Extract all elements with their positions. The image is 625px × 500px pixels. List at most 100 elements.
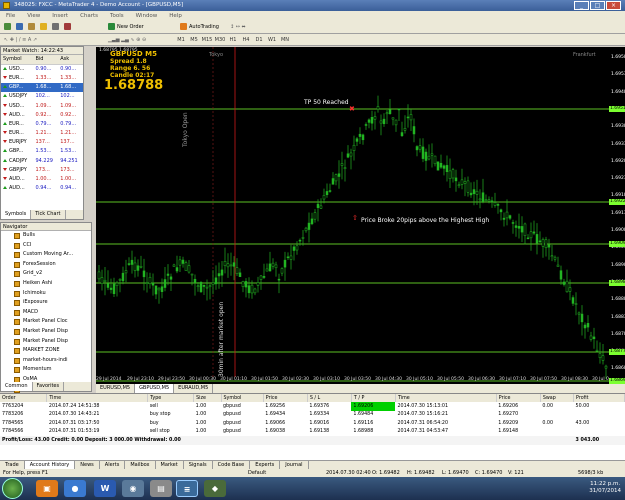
tab-favorites[interactable]: Favorites — [33, 382, 65, 391]
menu-charts[interactable]: Charts — [74, 11, 104, 21]
terminal-col-header[interactable]: S / L — [307, 394, 352, 402]
navigator-item[interactable]: CCI — [1, 241, 91, 251]
navigator-item[interactable]: Ichimoku — [1, 289, 91, 299]
navigator-item[interactable]: Market Panel Cloc — [1, 317, 91, 327]
market-watch-row[interactable]: CADJPY 94.229 94.251 — [1, 156, 83, 165]
menu-file[interactable]: File — [0, 11, 21, 21]
market-watch-row[interactable]: GBP... 1.53... 1.53... — [1, 147, 83, 156]
navigator-item[interactable]: MACD — [1, 308, 91, 318]
chrome-icon[interactable]: ● — [64, 480, 86, 497]
navigator-item[interactable]: Market Panel Disp — [1, 337, 91, 347]
new-chart-button[interactable] — [4, 23, 13, 32]
tf-d1[interactable]: D1 — [253, 36, 265, 45]
tester-button[interactable] — [64, 23, 73, 32]
chart-type-tools[interactable]: ▁▃▅ ▂▄ ∿ ⊕ ⊖ — [108, 36, 146, 45]
chart-tab-eurusd[interactable]: EURUSD,M5 — [96, 384, 136, 393]
menu-view[interactable]: View — [21, 11, 46, 21]
navigator-item[interactable]: Grid_v2 — [1, 269, 91, 279]
market-watch-row[interactable]: EUR... 1.33... 1.33... — [1, 73, 83, 82]
explorer-icon[interactable]: ▣ — [36, 480, 58, 497]
minimize-button[interactable]: _ — [574, 1, 589, 10]
app-icon-7[interactable]: ◆ — [204, 480, 226, 497]
indicator-icon — [14, 252, 20, 259]
navigator-item[interactable]: Market Panel Disp — [1, 327, 91, 337]
market-watch-row[interactable]: AUD... 0.92... 0.92... — [1, 110, 83, 119]
navigator-item-label: Market Panel Cloc — [23, 318, 68, 325]
tf-m5[interactable]: M5 — [188, 36, 200, 45]
market-watch-row[interactable]: EUR... 1.21... 1.21... — [1, 129, 83, 138]
autotrading-button[interactable]: AutoTrading — [180, 23, 219, 32]
menu-tools[interactable]: Tools — [104, 11, 130, 21]
mw-col-symbol[interactable]: Symbol — [1, 55, 34, 65]
terminal-col-header[interactable]: T / P — [351, 394, 396, 402]
candle-body — [514, 225, 518, 228]
market-watch-button[interactable] — [28, 23, 37, 32]
word-icon[interactable]: W — [94, 480, 116, 497]
market-watch-row[interactable]: AUD... 0.94... 0.94... — [1, 184, 83, 193]
terminal-button[interactable] — [52, 23, 61, 32]
close-button[interactable]: × — [606, 1, 621, 10]
terminal-col-header[interactable]: Price — [496, 394, 541, 402]
menu-window[interactable]: Window — [130, 11, 164, 21]
clock[interactable]: 11:22 p.m. 31/07/2014 — [589, 481, 621, 495]
table-row[interactable]: 7783206 2014.07.30 14:43:21 buy stop 1.00 gb… — [0, 411, 625, 420]
terminal-col-header[interactable]: Order — [0, 394, 48, 402]
market-watch-row[interactable]: EURJPY 137... 137... — [1, 138, 83, 147]
tf-m1[interactable]: M1 — [175, 36, 187, 45]
tf-h1[interactable]: H1 — [227, 36, 239, 45]
navigator-item[interactable]: iExposure — [1, 298, 91, 308]
market-watch-row[interactable]: AUD... 1.00... 1.00... — [1, 174, 83, 183]
metatrader-icon[interactable]: ≡ — [176, 480, 198, 497]
terminal-col-header[interactable]: Symbol — [221, 394, 264, 402]
menu-help[interactable]: Help — [163, 11, 188, 21]
profiles-button[interactable] — [16, 23, 25, 32]
navigator-item[interactable]: Momentum — [1, 365, 91, 375]
candle-body — [181, 259, 185, 264]
maximize-button[interactable]: □ — [590, 1, 605, 10]
market-watch-row[interactable]: USDJPY 102... 102... — [1, 92, 83, 101]
tab-symbols[interactable]: Symbols — [1, 210, 32, 219]
navigator-button[interactable] — [40, 23, 49, 32]
navigator-item[interactable]: Bulls — [1, 231, 91, 241]
new-order-button[interactable]: New Order — [108, 23, 144, 32]
tf-h4[interactable]: H4 — [240, 36, 252, 45]
table-row[interactable]: 7784565 2014.07.31 03:17:50 buy 1.00 gbpusd 1… — [0, 419, 625, 428]
summary-row: Profit/Loss: 43.00 Credit: 0.00 Deposit:… — [0, 436, 625, 445]
tab-tick-chart[interactable]: Tick Chart — [31, 210, 66, 219]
market-watch-row[interactable]: USD... 0.90... 0.90... — [1, 64, 83, 73]
tf-m30[interactable]: M30 — [214, 36, 226, 45]
tf-m15[interactable]: M15 — [201, 36, 213, 45]
navigator-item[interactable]: Heiken Ashi — [1, 279, 91, 289]
tab-common[interactable]: Common — [1, 382, 33, 391]
app-icon-4[interactable]: ◉ — [122, 480, 144, 497]
market-watch-row[interactable]: EUR... 0.79... 0.79... — [1, 119, 83, 128]
cursor-tool[interactable]: ↖ ✚ | / ≡ A ↗ — [4, 36, 37, 45]
navigator-item[interactable]: market-hours-indi — [1, 356, 91, 366]
table-row[interactable]: 7763204 2014.07.24 14:51:38 sell 1.00 gbpusd… — [0, 402, 625, 411]
tf-w1[interactable]: W1 — [266, 36, 278, 45]
chart-area[interactable]: 1.68795 1.68795 Tokyo Frankfurt TP 50 Re… — [96, 47, 609, 384]
menu-insert[interactable]: Insert — [46, 11, 74, 21]
navigator-item[interactable]: MARKET ZONE — [1, 346, 91, 356]
terminal-col-header[interactable]: Size — [193, 394, 222, 402]
market-watch-row[interactable]: USD... 1.09... 1.09... — [1, 101, 83, 110]
terminal-col-header[interactable]: Time — [395, 394, 497, 402]
tf-mn[interactable]: MN — [279, 36, 291, 45]
terminal-col-header[interactable]: Time — [46, 394, 149, 402]
navigator-item[interactable]: Custom Moving Ar... — [1, 250, 91, 260]
market-watch-row[interactable]: GBP... 1.68... 1.68... — [1, 82, 83, 92]
table-row[interactable]: 7784566 2014.07.31 01:53:19 sell stop 1.00 g… — [0, 428, 625, 437]
navigator-item[interactable]: ForexSession — [1, 260, 91, 270]
zoom-tools[interactable]: ↕ ↔ ⬌ — [230, 23, 246, 32]
app-icon-5[interactable]: ▤ — [150, 480, 172, 497]
terminal-col-header[interactable]: Type — [147, 394, 195, 402]
terminal-col-header[interactable]: Swap — [540, 394, 575, 402]
market-watch-row[interactable]: GBPJPY 173... 173... — [1, 165, 83, 174]
terminal-col-header[interactable]: Price — [263, 394, 308, 402]
chart-tab-gbpusd[interactable]: GBPUSD,M5 — [135, 384, 175, 393]
chart-tab-euraud[interactable]: EURAUD,M5 — [174, 384, 214, 393]
terminal-col-header[interactable]: Profit — [573, 394, 625, 402]
mw-col-bid[interactable]: Bid — [33, 55, 59, 65]
start-button[interactable] — [2, 478, 23, 499]
mw-col-ask[interactable]: Ask — [58, 55, 83, 65]
